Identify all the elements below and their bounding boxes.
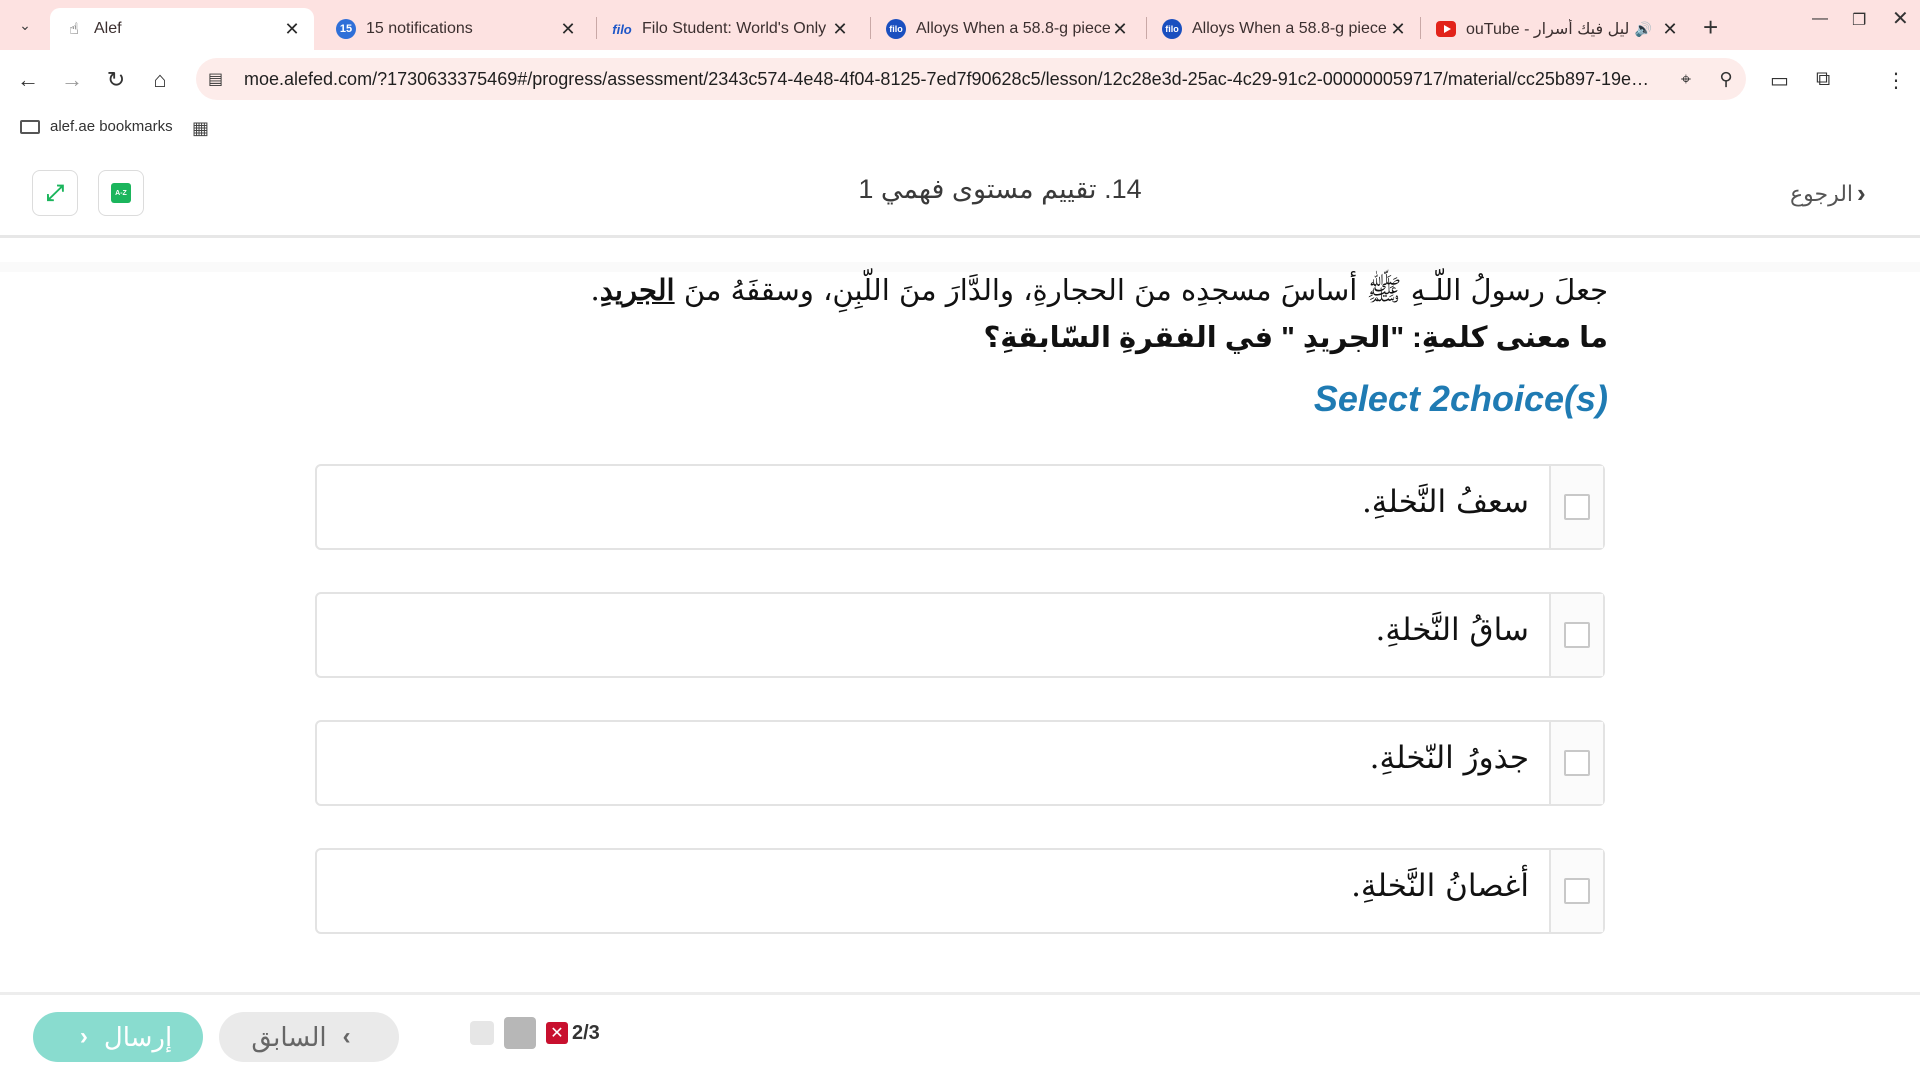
checkbox-cell[interactable]: [1549, 594, 1603, 676]
submit-label: إرسال: [103, 1021, 173, 1052]
tab-title: Filo Student: World's Only Li: [642, 20, 830, 37]
folder-icon: [20, 119, 40, 134]
progress-count: 2/3: [572, 1021, 600, 1044]
checkbox[interactable]: [1564, 494, 1590, 520]
extensions-icon[interactable]: ⧉: [1816, 68, 1830, 91]
back-arrow-icon[interactable]: ←: [14, 66, 42, 94]
site-info-icon[interactable]: ▤: [208, 69, 228, 89]
tab-filo-student[interactable]: filo Filo Student: World's Only Li ✕: [598, 8, 862, 50]
back-link[interactable]: ‹ الرجوع: [1790, 178, 1866, 209]
close-window-icon[interactable]: ✕: [1892, 6, 1909, 31]
progress-step-current: [504, 1017, 536, 1049]
alef-favicon-icon: ☝: [69, 21, 79, 38]
page-header: ⤢ A-Z 14. تقييم مستوى فهمي 1 ‹ الرجوع: [0, 150, 1920, 238]
minimize-icon[interactable]: —: [1812, 10, 1828, 28]
choice-option-3[interactable]: جذورُ النّخلةِ.: [315, 720, 1605, 806]
dictionary-icon: A-Z: [111, 183, 131, 203]
home-icon[interactable]: ⌂: [146, 66, 174, 94]
choice-text: ساقُ النَّخلةِ.: [1375, 612, 1530, 648]
new-tab-icon[interactable]: +: [1703, 12, 1718, 43]
close-tab-icon[interactable]: ✕: [830, 19, 850, 40]
tab-title: ouTube - يا ليل فيك أسرار: [1466, 21, 1635, 38]
checkbox-cell[interactable]: [1549, 850, 1603, 932]
tab-separator: [870, 17, 871, 39]
zoom-icon[interactable]: ⚲: [1706, 69, 1746, 90]
back-label: الرجوع: [1790, 180, 1854, 206]
checkbox[interactable]: [1564, 878, 1590, 904]
bookmark-folder-label: alef.ae bookmarks: [50, 118, 173, 135]
restore-icon[interactable]: ❐: [1852, 10, 1866, 30]
tab-title: Alef: [94, 20, 122, 37]
choice-option-4[interactable]: أغصانُ النَّخلةِ.: [315, 848, 1605, 934]
tab-title: 15 notifications: [366, 20, 473, 37]
apps-grid-icon[interactable]: ▦: [192, 118, 209, 139]
filo-favicon-icon: filo: [886, 19, 906, 39]
notifications-favicon-icon: 15: [336, 19, 356, 39]
tab-search-icon[interactable]: ⌄: [12, 12, 38, 38]
question-content: جعلَ رسولُ اللّـهِ ﷺ أساسَ مسجدِه منَ ال…: [0, 262, 1920, 988]
forward-arrow-icon[interactable]: →: [58, 66, 86, 94]
youtube-favicon-icon: [1436, 19, 1456, 39]
wrong-answer-icon: ✕: [546, 1022, 568, 1044]
browser-toolbar: ← → ↻ ⌂ ▤ moe.alefed.com/?1730633375469#…: [0, 50, 1920, 108]
page-title: 14. تقييم مستوى فهمي 1: [858, 174, 1142, 204]
highlighted-word: الجريدِ: [599, 273, 675, 307]
location-pin-icon[interactable]: ⌖: [1666, 69, 1706, 90]
previous-label: السابق: [251, 1021, 327, 1052]
dictionary-button[interactable]: A-Z: [98, 170, 144, 216]
checkbox-cell[interactable]: [1549, 722, 1603, 804]
expand-icon: ⤢: [46, 180, 64, 205]
chevron-right-icon: ›: [342, 1023, 351, 1050]
expand-button[interactable]: ⤢: [32, 170, 78, 216]
choice-option-2[interactable]: ساقُ النَّخلةِ.: [315, 592, 1605, 678]
question-text: ما معنى كلمةِ: "الجريدِ " في الفقرةِ الس…: [983, 322, 1608, 354]
close-tab-icon[interactable]: ✕: [1660, 19, 1680, 40]
close-tab-icon[interactable]: ✕: [1388, 19, 1408, 40]
filo-favicon-icon: filo: [612, 21, 632, 37]
cast-icon[interactable]: ▭: [1770, 68, 1789, 93]
close-tab-icon[interactable]: ✕: [282, 19, 302, 40]
checkbox[interactable]: [1564, 622, 1590, 648]
checkbox-cell[interactable]: [1549, 466, 1603, 548]
chevron-left-icon: ‹: [1857, 178, 1866, 208]
tab-separator: [1146, 17, 1147, 39]
bookmark-folder-alef[interactable]: alef.ae bookmarks: [20, 118, 173, 135]
tab-strip: ⌄ ☝ Alef ✕ 15 15 notifications ✕ filo Fi…: [0, 0, 1920, 50]
page-footer: إرسال ‹ › السابق ✕ 2/3: [0, 992, 1920, 1080]
tab-alloys-2[interactable]: filo Alloys When a 58.8-g piece c ✕: [1148, 8, 1420, 50]
choice-text: سعفُ النَّخلةِ.: [1361, 484, 1529, 520]
tab-title: Alloys When a 58.8-g piece c: [916, 20, 1110, 37]
menu-kebab-icon[interactable]: ⋮: [1886, 68, 1906, 93]
close-tab-icon[interactable]: ✕: [558, 19, 578, 40]
tab-alef[interactable]: ☝ Alef ✕: [50, 8, 314, 50]
submit-button[interactable]: إرسال ‹: [33, 1012, 203, 1062]
audio-playing-icon[interactable]: 🔊: [1635, 21, 1652, 38]
previous-button[interactable]: › السابق: [219, 1012, 399, 1062]
tab-alloys-1[interactable]: filo Alloys When a 58.8-g piece c ✕: [872, 8, 1142, 50]
choice-text: جذورُ النّخلةِ.: [1369, 740, 1529, 776]
attempt-progress: ✕ 2/3: [470, 1017, 600, 1049]
tab-title: Alloys When a 58.8-g piece c: [1192, 20, 1388, 37]
bookmarks-bar: alef.ae bookmarks ▦: [0, 108, 1920, 150]
checkbox[interactable]: [1564, 750, 1590, 776]
chevron-left-icon: ‹: [79, 1023, 88, 1050]
reading-passage: جعلَ رسولُ اللّـهِ ﷺ أساسَ مسجدِه منَ ال…: [590, 273, 1608, 307]
url-text[interactable]: moe.alefed.com/?1730633375469#/progress/…: [244, 69, 1666, 90]
filo-favicon-icon: filo: [1162, 19, 1182, 39]
close-tab-icon[interactable]: ✕: [1110, 19, 1130, 40]
reload-icon[interactable]: ↻: [102, 66, 130, 94]
selection-instruction: Select 2choice(s): [1313, 378, 1608, 419]
tab-youtube[interactable]: ouTube - يا ليل فيك أسرار 🔊 ✕: [1422, 8, 1692, 50]
tab-separator: [1420, 17, 1421, 39]
address-bar[interactable]: ▤ moe.alefed.com/?1730633375469#/progres…: [196, 58, 1746, 100]
tab-notifications[interactable]: 15 15 notifications ✕: [322, 8, 590, 50]
tab-separator: [596, 17, 597, 39]
progress-step-empty: [470, 1021, 494, 1045]
alef-page: ⤢ A-Z 14. تقييم مستوى فهمي 1 ‹ الرجوع جع…: [0, 150, 1920, 1080]
choice-option-1[interactable]: سعفُ النَّخلةِ.: [315, 464, 1605, 550]
choice-text: أغصانُ النَّخلةِ.: [1351, 868, 1529, 904]
